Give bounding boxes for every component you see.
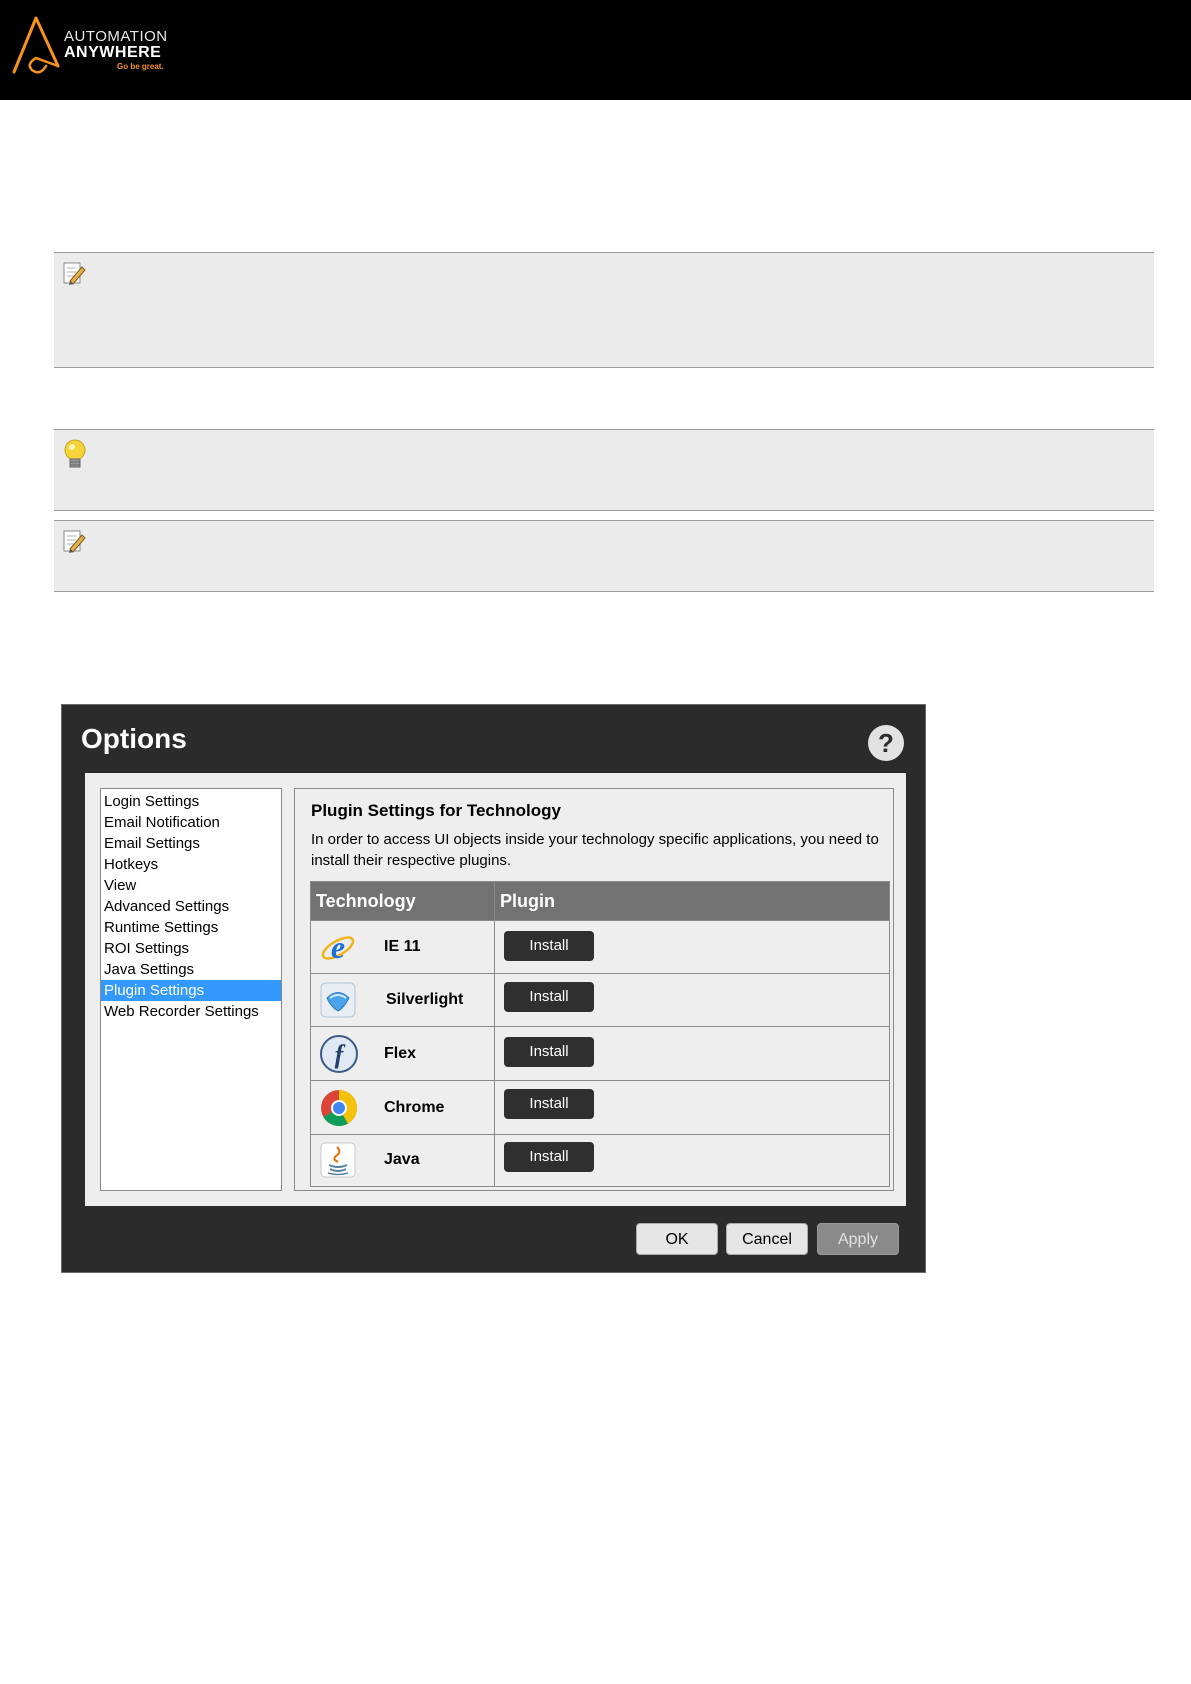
silverlight-icon [319, 981, 357, 1024]
column-header-plugin: Plugin [500, 891, 555, 911]
table-row: e IE 11 Install [311, 920, 889, 973]
help-icon[interactable]: ? [868, 725, 904, 761]
nav-item-web-recorder-settings[interactable]: Web Recorder Settings [101, 1001, 281, 1022]
technology-name-java: Java [384, 1151, 420, 1168]
panel-title: Plugin Settings for Technology [311, 801, 561, 820]
plugin-settings-panel: Plugin Settings for Technology In order … [294, 788, 894, 1191]
table-row: Chrome Install [311, 1080, 889, 1134]
nav-item-runtime-settings[interactable]: Runtime Settings [101, 917, 281, 938]
pencil-note-icon [62, 261, 86, 290]
chrome-icon [319, 1088, 359, 1133]
technology-name-silverlight: Silverlight [386, 991, 464, 1008]
table-header-row: Technology Plugin [311, 882, 889, 920]
install-ie11-button[interactable]: Install [504, 931, 594, 961]
internet-explorer-icon: e [319, 929, 357, 972]
install-silverlight-button[interactable]: Install [504, 982, 594, 1012]
lightbulb-tip-icon [62, 438, 88, 477]
pencil-note-icon [62, 529, 86, 558]
nav-item-email-settings[interactable]: Email Settings [101, 833, 281, 854]
ok-button[interactable]: OK [636, 1223, 718, 1255]
svg-text:e: e [331, 929, 345, 965]
technology-name-ie11: IE 11 [384, 938, 421, 955]
tip-box [54, 429, 1154, 511]
nav-item-email-notification[interactable]: Email Notification [101, 812, 281, 833]
logo-text-automation: AUTOMATION [64, 28, 168, 45]
cancel-button[interactable]: Cancel [726, 1223, 808, 1255]
technology-name-chrome: Chrome [384, 1099, 445, 1116]
dialog-title: Options [81, 723, 187, 754]
nav-item-view[interactable]: View [101, 875, 281, 896]
column-header-technology: Technology [316, 891, 416, 911]
nav-item-hotkeys[interactable]: Hotkeys [101, 854, 281, 875]
flex-icon: f [319, 1034, 359, 1079]
automation-anywhere-logo: AUTOMATION ANYWHERE Go be great. [10, 14, 190, 78]
nav-item-advanced-settings[interactable]: Advanced Settings [101, 896, 281, 917]
logo-a-mark-icon [12, 16, 60, 74]
install-chrome-button[interactable]: Install [504, 1089, 594, 1119]
note-box-2 [54, 520, 1154, 592]
logo-text-anywhere: ANYWHERE [64, 44, 162, 61]
note-box-1 [54, 252, 1154, 368]
options-dialog: Options ? Login Settings Email Notificat… [61, 704, 926, 1273]
technology-name-flex: Flex [384, 1045, 417, 1062]
table-row: Java Install [311, 1134, 889, 1186]
nav-item-login-settings[interactable]: Login Settings [101, 791, 281, 812]
nav-item-plugin-settings[interactable]: Plugin Settings [101, 980, 281, 1001]
table-row: Silverlight Install [311, 973, 889, 1026]
nav-item-roi-settings[interactable]: ROI Settings [101, 938, 281, 959]
table-row: f Flex Install [311, 1026, 889, 1080]
settings-nav-list: Login Settings Email Notification Email … [100, 788, 282, 1191]
java-icon [319, 1141, 357, 1184]
nav-item-java-settings[interactable]: Java Settings [101, 959, 281, 980]
technology-plugin-table: Technology Plugin e IE 11 Install Silver… [310, 881, 890, 1187]
install-flex-button[interactable]: Install [504, 1037, 594, 1067]
logo-tagline: Go be great. [117, 62, 164, 71]
panel-description: In order to access UI objects inside you… [311, 831, 879, 869]
apply-button[interactable]: Apply [817, 1223, 899, 1255]
dialog-body: Login Settings Email Notification Email … [85, 773, 906, 1206]
page-header: AUTOMATION ANYWHERE Go be great. [0, 0, 1191, 100]
install-java-button[interactable]: Install [504, 1142, 594, 1172]
